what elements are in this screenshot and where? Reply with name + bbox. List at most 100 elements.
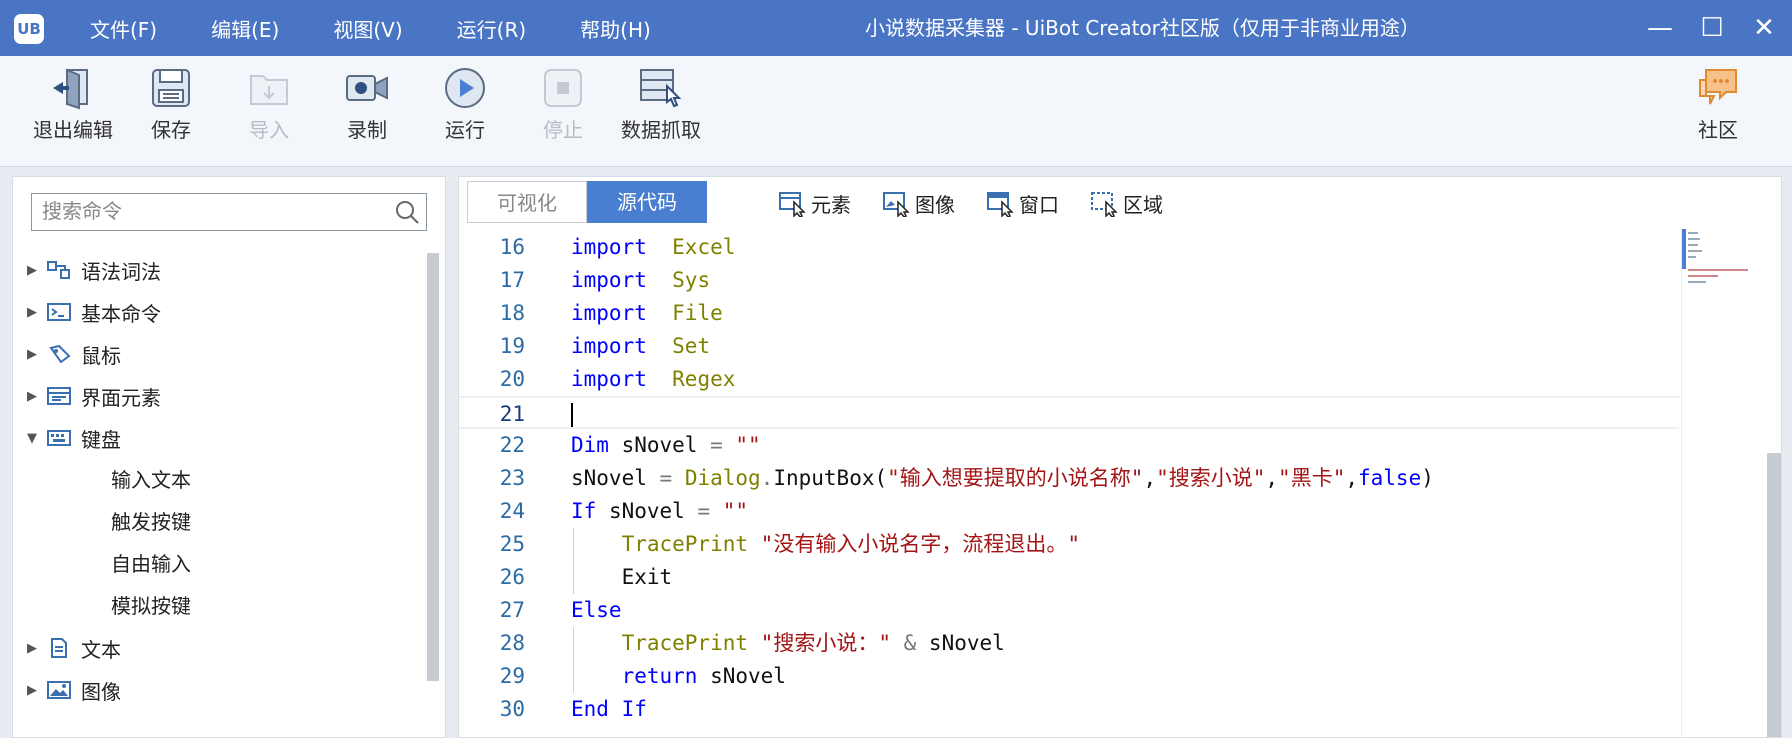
window-tool-button[interactable]: 窗口	[987, 189, 1059, 218]
menu-run[interactable]: 运行(R)	[457, 14, 527, 43]
code-line[interactable]: 24 If sNovel = ""	[459, 495, 1679, 528]
element-tool-button[interactable]: 元素	[779, 189, 851, 218]
code-line[interactable]: 22 Dim sNovel = ""	[459, 429, 1679, 462]
code-line[interactable]: 17 import Sys	[459, 264, 1679, 297]
code-line[interactable]: 29 return sNovel	[459, 660, 1679, 693]
tree-item-syntax[interactable]: ▶ 语法词法	[27, 249, 417, 291]
exit-edit-button[interactable]: 退出编辑	[23, 66, 123, 143]
code-editor[interactable]: 16 import Excel 17 import Sys 18 import File 1…	[459, 229, 1679, 737]
code-line[interactable]: 26 Exit	[459, 561, 1679, 594]
line-number: 30	[499, 697, 525, 721]
line-number: 22	[499, 433, 525, 457]
image-tool-button[interactable]: 图像	[883, 189, 955, 218]
run-button[interactable]: 运行	[415, 66, 515, 143]
code-text: TracePrint "搜索小说：" & sNovel	[621, 631, 1005, 655]
code-minimap[interactable]	[1681, 229, 1772, 737]
code-text: Exit	[571, 565, 673, 589]
minimap-preview	[1682, 229, 1748, 283]
code-line[interactable]: 21	[459, 396, 1679, 429]
code-text: Else	[571, 598, 622, 622]
code-text: import Regex	[571, 367, 736, 391]
tab-source[interactable]: 源代码	[587, 181, 707, 223]
search-icon[interactable]	[394, 199, 420, 225]
tree-item-mouse[interactable]: ▶ 鼠标	[27, 333, 417, 375]
sidebar-scrollbar[interactable]	[427, 253, 439, 681]
play-icon	[445, 68, 485, 108]
code-text: import Sys	[571, 268, 711, 292]
chat-bubble-icon	[1699, 69, 1737, 105]
code-line[interactable]: 23 sNovel = Dialog.InputBox("输入想要提取的小说名称"…	[459, 462, 1679, 495]
run-label: 运行	[445, 118, 485, 142]
tree-item-label: 键盘	[81, 427, 121, 452]
image-picker-icon	[883, 191, 910, 217]
keyboard-icon	[47, 428, 75, 448]
code-text: sNovel = Dialog.InputBox("输入想要提取的小说名称","…	[571, 466, 1434, 490]
text-caret	[571, 403, 573, 427]
tree-item-ui-elements[interactable]: ▶ 界面元素	[27, 375, 417, 417]
collapse-arrow-icon[interactable]: ▼	[27, 431, 43, 446]
data-grab-button[interactable]: 数据抓取	[611, 66, 711, 143]
minimize-button[interactable]: —	[1632, 0, 1688, 56]
expand-arrow-icon[interactable]: ▶	[27, 389, 43, 404]
line-number: 19	[499, 334, 525, 358]
command-search-input[interactable]	[32, 194, 392, 228]
line-number: 23	[499, 466, 525, 490]
line-number: 20	[499, 367, 525, 391]
tree-item-image[interactable]: ▶ 图像	[27, 669, 417, 711]
data-grab-icon	[640, 69, 682, 108]
menu-edit[interactable]: 编辑(E)	[211, 14, 279, 43]
window-title: 小说数据采集器 - UiBot Creator社区版（仅用于非商业用途）	[865, 16, 1420, 40]
line-number: 27	[499, 598, 525, 622]
tree-item-trigger-key[interactable]: 触发按键	[27, 501, 417, 543]
expand-arrow-icon[interactable]: ▶	[27, 347, 43, 362]
menu-help[interactable]: 帮助(H)	[580, 14, 651, 43]
import-folder-icon	[250, 75, 288, 105]
close-button[interactable]: ✕	[1736, 0, 1792, 56]
menu-file[interactable]: 文件(F)	[90, 14, 157, 43]
maximize-button[interactable]: ☐	[1684, 0, 1740, 56]
expand-arrow-icon[interactable]: ▶	[27, 263, 43, 278]
code-text: If sNovel = ""	[571, 499, 749, 523]
stop-icon	[544, 69, 582, 107]
tree-item-label: 文本	[81, 637, 121, 662]
stop-button[interactable]: 停止	[513, 66, 613, 143]
tree-item-keyboard[interactable]: ▼ 键盘	[27, 417, 417, 459]
tree-item-input-text[interactable]: 输入文本	[27, 459, 417, 501]
tree-item-free-input[interactable]: 自由输入	[27, 543, 417, 585]
editor-scrollbar[interactable]	[1767, 453, 1781, 737]
image-icon	[47, 680, 75, 700]
region-picker-icon	[1091, 191, 1118, 217]
code-line[interactable]: 19 import Set	[459, 330, 1679, 363]
code-line[interactable]: 30 End If	[459, 693, 1679, 726]
code-line[interactable]: 25 TracePrint "没有输入小说名字，流程退出。"	[459, 528, 1679, 561]
code-line[interactable]: 16 import Excel	[459, 231, 1679, 264]
data-grab-label: 数据抓取	[621, 118, 701, 142]
line-number: 28	[499, 631, 525, 655]
exit-edit-label: 退出编辑	[33, 118, 113, 142]
expand-arrow-icon[interactable]: ▶	[27, 683, 43, 698]
line-number: 25	[499, 532, 525, 556]
region-tool-button[interactable]: 区域	[1091, 189, 1163, 218]
code-line[interactable]: 18 import File	[459, 297, 1679, 330]
code-line[interactable]: 20 import Regex	[459, 363, 1679, 396]
command-search-box	[31, 193, 427, 231]
save-button[interactable]: 保存	[121, 66, 221, 143]
tree-item-label: 基本命令	[81, 301, 161, 326]
line-number: 26	[499, 565, 525, 589]
record-button[interactable]: 录制	[317, 66, 417, 143]
expand-arrow-icon[interactable]: ▶	[27, 641, 43, 656]
tree-item-simulate-key[interactable]: 模拟按键	[27, 585, 417, 627]
code-line[interactable]: 27 Else	[459, 594, 1679, 627]
code-line[interactable]: 28 TracePrint "搜索小说：" & sNovel	[459, 627, 1679, 660]
tab-visual[interactable]: 可视化	[467, 181, 587, 223]
tree-item-label: 图像	[81, 679, 121, 704]
import-button[interactable]: 导入	[219, 66, 319, 143]
community-button[interactable]: 社区	[1668, 66, 1768, 143]
tree-item-basic-commands[interactable]: ▶ 基本命令	[27, 291, 417, 333]
expand-arrow-icon[interactable]: ▶	[27, 305, 43, 320]
code-text: import Excel	[571, 235, 736, 259]
menu-view[interactable]: 视图(V)	[333, 14, 402, 43]
terminal-icon	[47, 302, 75, 322]
camera-icon	[346, 75, 388, 101]
tree-item-text[interactable]: ▶ 文本	[27, 627, 417, 669]
